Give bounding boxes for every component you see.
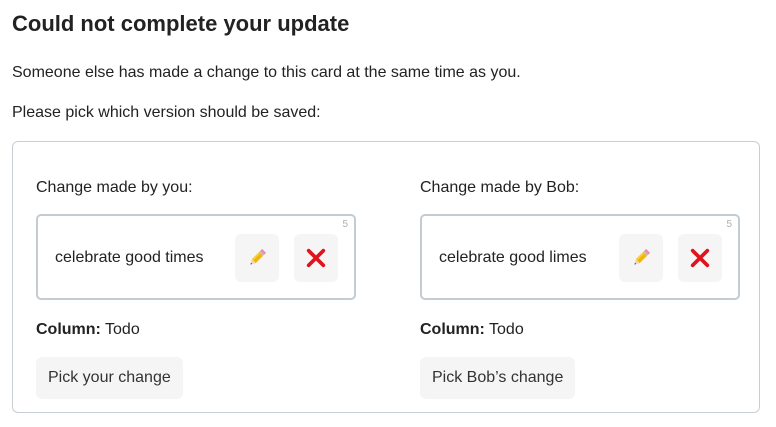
option-heading: Change made by you: bbox=[36, 179, 193, 196]
option-bob-change: Change made by Bob: 5 celebrate good lim… bbox=[420, 142, 750, 412]
page-title: Could not complete your update bbox=[12, 11, 350, 36]
column-label: Column: bbox=[420, 321, 485, 338]
pick-bob-change-button[interactable]: Pick Bob’s change bbox=[420, 357, 576, 399]
pick-your-change-button[interactable]: Pick your change bbox=[36, 357, 183, 399]
card-votes: 5 bbox=[726, 219, 732, 230]
option-your-change: Change made by you: 5 celebrate good tim… bbox=[36, 142, 366, 412]
conflict-message: Someone else has made a change to this c… bbox=[12, 64, 521, 81]
card-preview: 5 celebrate good limes bbox=[420, 214, 740, 300]
cross-icon bbox=[690, 248, 710, 268]
option-heading: Change made by Bob: bbox=[420, 179, 580, 196]
versions-panel: Change made by you: 5 celebrate good tim… bbox=[12, 141, 760, 413]
pick-prompt: Please pick which version should be save… bbox=[12, 104, 321, 121]
cross-icon bbox=[306, 248, 326, 268]
delete-button[interactable] bbox=[294, 234, 338, 282]
column-label: Column: bbox=[36, 321, 101, 338]
card-votes: 5 bbox=[342, 219, 348, 230]
card-text: celebrate good times bbox=[55, 249, 204, 266]
pencil-icon bbox=[634, 248, 651, 265]
conflict-page: Could not complete your update Someone e… bbox=[0, 0, 776, 427]
card-preview: 5 celebrate good times bbox=[36, 214, 356, 300]
column-value: Todo bbox=[105, 321, 140, 338]
column-value: Todo bbox=[489, 321, 524, 338]
column-info: Column: Todo bbox=[420, 319, 524, 341]
card-text: celebrate good limes bbox=[439, 249, 587, 266]
delete-button[interactable] bbox=[678, 234, 722, 282]
column-info: Column: Todo bbox=[36, 319, 140, 341]
edit-button[interactable] bbox=[235, 234, 279, 282]
edit-button[interactable] bbox=[619, 234, 663, 282]
pencil-icon bbox=[250, 248, 267, 265]
